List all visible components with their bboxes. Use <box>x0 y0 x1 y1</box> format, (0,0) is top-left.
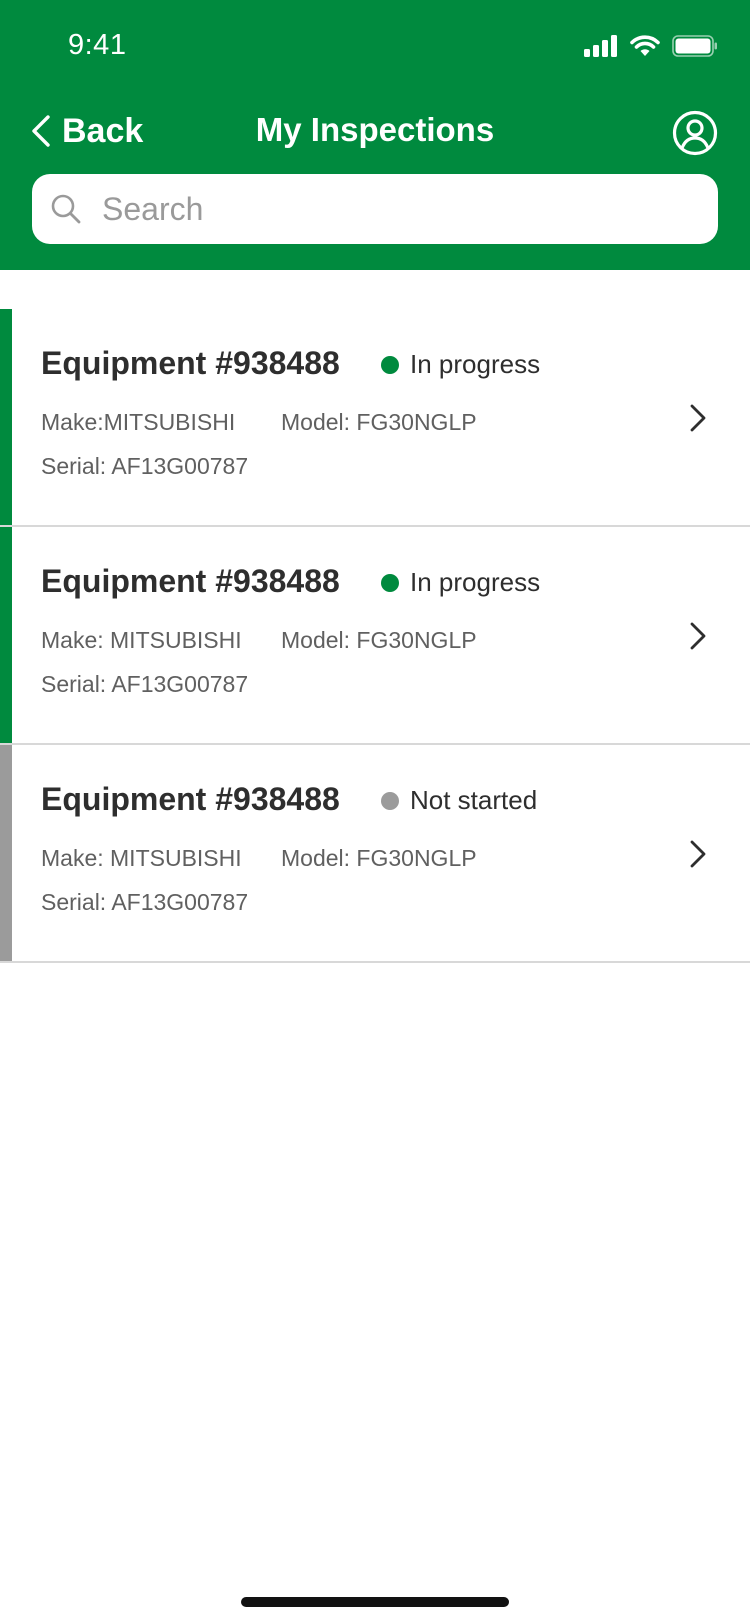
status-icons <box>584 32 718 60</box>
status-badge: In progress <box>381 567 540 598</box>
chevron-right-icon[interactable] <box>688 403 708 433</box>
inspection-card[interactable]: Equipment #938488 Not started Make: MITS… <box>0 745 750 963</box>
status-dot <box>381 355 399 374</box>
wifi-icon <box>630 35 660 56</box>
inspection-card[interactable]: Equipment #938488 In progress Make: MITS… <box>0 527 750 745</box>
equipment-title: Equipment #938488 <box>41 563 340 599</box>
battery-icon <box>672 35 717 57</box>
equipment-model: Model: FG30NGLP <box>281 627 477 653</box>
search-icon <box>51 194 81 224</box>
status-label: Not started <box>410 785 538 815</box>
status-stripe <box>0 745 12 961</box>
navigation-bar: Back My Inspections <box>0 96 750 168</box>
search-input[interactable] <box>100 189 684 229</box>
status-bar: 9:41 <box>0 0 750 96</box>
equipment-serial: Serial: AF13G00787 <box>41 671 249 697</box>
inspection-card[interactable]: Equipment #938488 In progress Make:MITSU… <box>0 309 750 527</box>
chevron-right-icon[interactable] <box>688 839 708 869</box>
status-stripe <box>0 309 12 525</box>
status-badge: In progress <box>381 349 540 380</box>
status-label: In progress <box>410 349 541 379</box>
equipment-serial: Serial: AF13G00787 <box>41 889 249 915</box>
equipment-title: Equipment #938488 <box>41 781 340 817</box>
page-title: My Inspections <box>255 111 495 148</box>
equipment-serial: Serial: AF13G00787 <box>41 453 249 479</box>
equipment-make: Make:MITSUBISHI <box>41 409 236 435</box>
home-indicator <box>241 1597 509 1607</box>
app-header: 9:41 Back My Inspections Search <box>0 0 750 270</box>
status-label: In progress <box>410 567 541 597</box>
equipment-make: Make: MITSUBISHI <box>41 627 242 653</box>
inspection-list: Equipment #938488 In progress Make:MITSU… <box>0 309 750 963</box>
equipment-make: Make: MITSUBISHI <box>41 845 242 871</box>
status-stripe <box>0 527 12 743</box>
status-badge: Not started <box>381 785 537 816</box>
status-time: 9:41 <box>68 29 127 61</box>
cellular-signal-icon <box>584 35 617 57</box>
status-dot <box>381 573 399 592</box>
equipment-title: Equipment #938488 <box>41 345 340 381</box>
search-bar[interactable] <box>32 174 718 244</box>
equipment-model: Model: FG30NGLP <box>281 845 477 871</box>
profile-button[interactable] <box>672 110 718 156</box>
user-profile-icon <box>672 110 718 156</box>
status-dot <box>381 791 399 810</box>
equipment-model: Model: FG30NGLP <box>281 409 477 435</box>
chevron-right-icon[interactable] <box>688 621 708 651</box>
